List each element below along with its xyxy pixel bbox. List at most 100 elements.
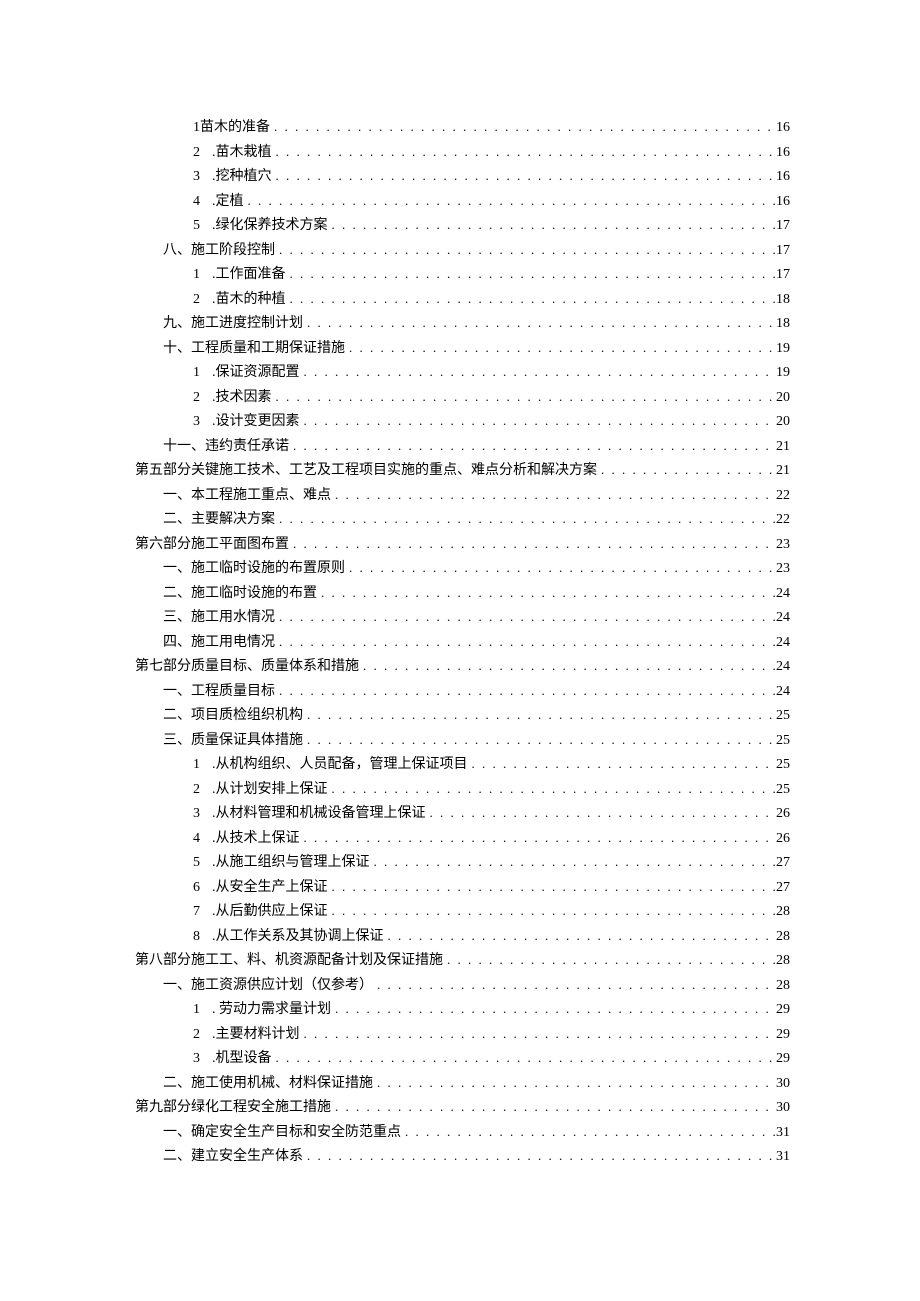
toc-page-number: 25 — [776, 783, 790, 797]
toc-entry-number: 5 — [193, 219, 200, 233]
toc-leader-dots — [345, 561, 776, 574]
toc-entry: 一、施工临时设施的布置原则23 — [135, 561, 790, 576]
toc-page-number: 17 — [776, 219, 790, 233]
toc-leader-dots — [328, 782, 777, 795]
toc-entry-number: 7 — [193, 905, 200, 919]
toc-leader-dots — [401, 1125, 776, 1138]
toc-entry-text: .挖种植穴 — [212, 169, 272, 184]
toc-entry-number: 3 — [193, 415, 200, 429]
toc-entry: 4 .从技术上保证 26 — [135, 831, 790, 846]
toc-leader-dots — [328, 218, 777, 231]
toc-entry-label: 4.定植 — [193, 195, 244, 209]
toc-page-number: 22 — [776, 513, 790, 527]
toc-entry-label: 一、确定安全生产目标和安全防范重点 — [163, 1126, 401, 1140]
toc-leader-dots — [286, 292, 777, 305]
toc-entry: 2.从计划安排上保证 25 — [135, 782, 790, 797]
toc-entry-text: .从后勤供应上保证 — [212, 904, 328, 919]
toc-entry: 一、确定安全生产目标和安全防范重点31 — [135, 1125, 790, 1140]
toc-entry-text: .机型设备 — [212, 1051, 272, 1066]
toc-leader-dots — [384, 929, 777, 942]
toc-entry: 7 .从后勤供应上保证 28 — [135, 904, 790, 919]
toc-page-number: 29 — [776, 1003, 790, 1017]
toc-entry-number: 2 — [193, 146, 200, 160]
toc-page-number: 21 — [776, 440, 790, 454]
toc-page-number: 26 — [776, 832, 790, 846]
toc-leader-dots — [300, 365, 777, 378]
toc-entry: 四、施工用电情况24 — [135, 635, 790, 650]
toc-entry-number: 4 — [193, 832, 200, 846]
toc-entry-label: 第七部分质量目标、质量体系和措施 — [135, 660, 359, 674]
toc-entry-text: .从技术上保证 — [212, 831, 300, 846]
toc-entry-text: .保证资源配置 — [212, 365, 300, 380]
toc-entry-text: .绿化保养技术方案 — [212, 218, 328, 233]
toc-entry: 5 .绿化保养技术方案 17 — [135, 218, 790, 233]
toc-entry-label: 4 .从技术上保证 — [193, 832, 300, 846]
toc-leader-dots — [303, 1149, 776, 1162]
toc-entry-text: . 劳动力需求量计划 — [212, 1002, 331, 1017]
toc-page-number: 23 — [776, 562, 790, 576]
toc-entry-number: 3 — [193, 1052, 200, 1066]
toc-leader-dots — [373, 1076, 776, 1089]
toc-entry: 二、施工使用机械、材料保证措施30 — [135, 1076, 790, 1091]
toc-entry: 1. 劳动力需求量计划 29 — [135, 1002, 790, 1017]
toc-page-number: 29 — [776, 1028, 790, 1042]
toc-page-number: 30 — [776, 1101, 790, 1115]
toc-entry: 一、本工程施工重点、难点22 — [135, 488, 790, 503]
toc-leader-dots — [275, 243, 776, 256]
toc-entry-label: 一、工程质量目标 — [163, 685, 275, 699]
toc-entry: 3.机型设备29 — [135, 1051, 790, 1066]
toc-page-number: 21 — [776, 464, 790, 478]
toc-entry: 2.苗木栽植16 — [135, 145, 790, 160]
toc-entry-number: 2 — [193, 783, 200, 797]
toc-entry-label: 二、主要解决方案 — [163, 513, 275, 527]
toc-entry-text: .主要材料计划 — [212, 1027, 300, 1042]
toc-entry: 3.设计变更因素 20 — [135, 414, 790, 429]
toc-page-number: 20 — [776, 415, 790, 429]
toc-leader-dots — [328, 880, 777, 893]
toc-entry-number: 4 — [193, 195, 200, 209]
toc-page-number: 28 — [776, 930, 790, 944]
toc-entry-label: 5 .绿化保养技术方案 — [193, 219, 328, 233]
toc-leader-dots — [328, 904, 777, 917]
toc-page-number: 28 — [776, 905, 790, 919]
toc-leader-dots — [443, 953, 776, 966]
toc-leader-dots — [331, 1100, 776, 1113]
toc-entry-label: 第六部分施工平面图布置 — [135, 538, 289, 552]
toc-leader-dots — [331, 1002, 776, 1015]
toc-leader-dots — [272, 1051, 777, 1064]
toc-leader-dots — [359, 659, 776, 672]
toc-entry: 2.主要材料计划29 — [135, 1027, 790, 1042]
toc-page-number: 22 — [776, 489, 790, 503]
toc-entry: 第八部分施工工、料、机资源配备计划及保证措施28 — [135, 953, 790, 968]
toc-entry-label: 3.从材料管理和机械设备管理上保证 — [193, 807, 426, 821]
toc-entry: 第六部分施工平面图布置23 — [135, 537, 790, 552]
toc-entry-label: 1. 劳动力需求量计划 — [193, 1003, 331, 1017]
toc-page-number: 31 — [776, 1150, 790, 1164]
toc-page-number: 25 — [776, 734, 790, 748]
toc-leader-dots — [286, 267, 777, 280]
toc-entry: 1.从机构组织、人员配备，管理上保证项目25 — [135, 757, 790, 772]
toc-entry: 2.技术因素20 — [135, 390, 790, 405]
toc-entry-text: .苗木的种植 — [212, 292, 286, 307]
toc-leader-dots — [303, 316, 776, 329]
toc-page-number: 16 — [776, 195, 790, 209]
toc-entry-label: 5.从施工组织与管理上保证 — [193, 856, 370, 870]
toc-entry-label: 3.设计变更因素 — [193, 415, 300, 429]
toc-page-number: 28 — [776, 954, 790, 968]
toc-entry-label: 3.挖种植穴 — [193, 170, 272, 184]
toc-entry-label: 1.工作面准备 — [193, 268, 286, 282]
toc-entry-text: .从机构组织、人员配备，管理上保证项目 — [212, 757, 468, 772]
toc-entry-label: 第五部分关键施工技术、工艺及工程项目实施的重点、难点分析和解决方案 — [135, 464, 597, 478]
toc-leader-dots — [345, 341, 776, 354]
toc-entry-text: .从施工组织与管理上保证 — [212, 855, 370, 870]
toc-leader-dots — [275, 512, 776, 525]
toc-entry-text: .技术因素 — [212, 390, 272, 405]
toc-page-number: 24 — [776, 685, 790, 699]
toc-entry-label: 2.从计划安排上保证 — [193, 783, 328, 797]
toc-entry-label: 三、质量保证具体措施 — [163, 734, 303, 748]
table-of-contents: 1苗木的准备162.苗木栽植163.挖种植穴164.定植165.绿化保养技术方案… — [135, 120, 790, 1164]
toc-leader-dots — [275, 635, 776, 648]
toc-entry: 一、工程质量目标 24 — [135, 684, 790, 699]
toc-entry-label: 十、工程质量和工期保证措施 — [163, 342, 345, 356]
toc-leader-dots — [370, 855, 777, 868]
